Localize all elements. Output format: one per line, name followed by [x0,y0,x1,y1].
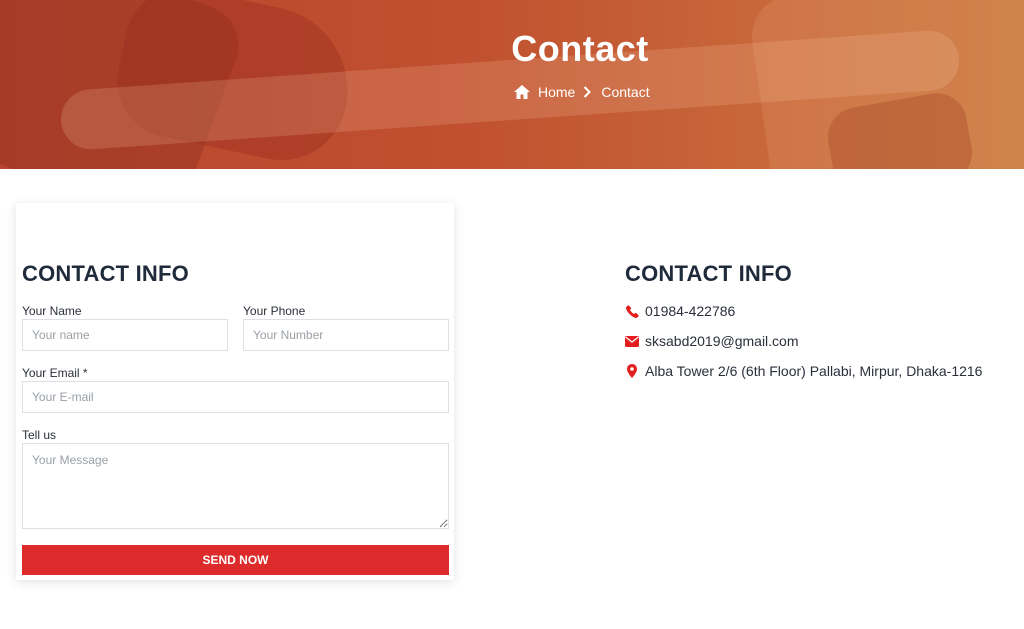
form-title: CONTACT INFO [22,261,189,286]
breadcrumb: Home Contact [514,84,650,100]
phone-label: Your Phone [243,304,306,318]
info-phone-row: 01984-422786 [625,303,735,319]
breadcrumb-home-link[interactable]: Home [538,84,575,100]
phone-icon [625,304,639,318]
chevron-right-icon [583,86,592,98]
breadcrumb-current: Contact [601,84,650,100]
contact-info-title: CONTACT INFO [625,261,792,286]
message-label: Tell us [22,428,57,442]
name-input[interactable] [22,319,228,351]
info-email-row: sksabd2019@gmail.com [625,333,799,349]
info-email-text[interactable]: sksabd2019@gmail.com [645,333,799,349]
hero-banner: Contact Home Contact [0,0,1024,169]
contact-form-card: CONTACT INFO Your Name Your Phone Your E… [16,203,454,580]
map-marker-icon [625,364,639,378]
info-address-text: Alba Tower 2/6 (6th Floor) Pallabi, Mirp… [645,363,983,379]
info-phone-text[interactable]: 01984-422786 [645,303,735,319]
email-input[interactable] [22,381,449,413]
page-title: Contact [511,28,649,69]
envelope-icon [625,335,639,347]
name-label: Your Name [22,304,82,318]
home-icon[interactable] [514,85,530,99]
email-label: Your Email * [22,366,88,380]
send-now-button[interactable]: SEND NOW [22,545,449,575]
info-address-row: Alba Tower 2/6 (6th Floor) Pallabi, Mirp… [625,363,982,379]
message-textarea[interactable] [22,443,449,529]
phone-input[interactable] [243,319,449,351]
